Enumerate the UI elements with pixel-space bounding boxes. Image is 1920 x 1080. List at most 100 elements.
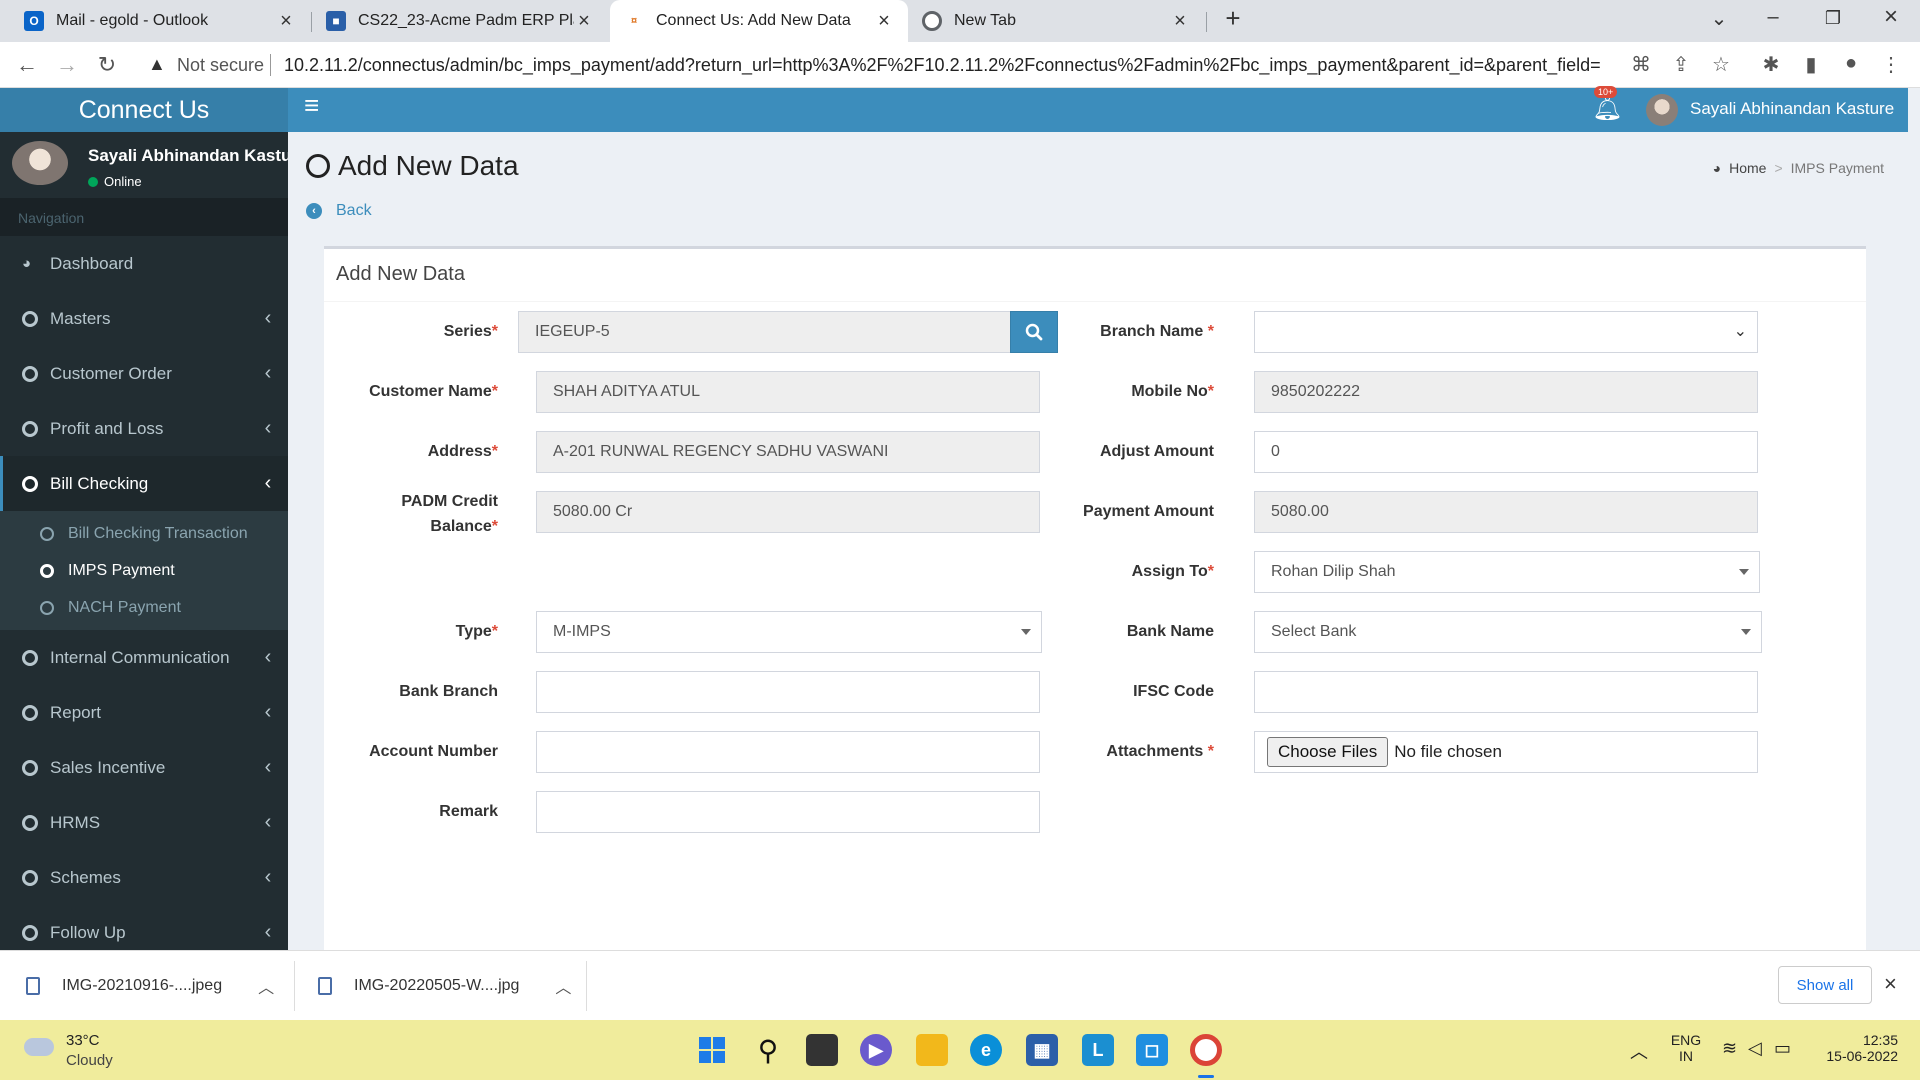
bank-branch-label: Bank Branch	[399, 683, 498, 700]
required-asterisk: *	[1207, 743, 1214, 760]
restore-icon[interactable]: ❐	[1818, 8, 1848, 29]
sidebar-item-schemes[interactable]: Schemes ‹	[0, 850, 288, 905]
profile-icon[interactable]: ●	[1838, 52, 1864, 75]
forward-arrow-icon[interactable]: →	[52, 52, 82, 78]
sidebar-item-sales-incentive[interactable]: Sales Incentive ‹	[0, 740, 288, 795]
tab-search-chevron-icon[interactable]: ⌄	[1704, 6, 1734, 31]
translate-icon[interactable]: ⌘	[1628, 52, 1654, 77]
sidebar-item-dashboard[interactable]: ◕ Dashboard	[0, 236, 288, 291]
menu-kebab-icon[interactable]: ⋮	[1878, 52, 1904, 77]
app-square-icon[interactable]: ◻	[1136, 1034, 1168, 1066]
close-icon[interactable]: ×	[1884, 971, 1897, 997]
customer-name-input[interactable]: SHAH ADITYA ATUL	[536, 371, 1040, 413]
branch-name-select[interactable]: ⌄	[1254, 311, 1758, 353]
teams-chat-icon[interactable]: ▶	[860, 1034, 892, 1066]
label-text: Address	[427, 443, 492, 460]
new-tab-plus-icon[interactable]: +	[1218, 3, 1248, 34]
close-icon[interactable]: ×	[574, 10, 594, 33]
window-close-icon[interactable]: ×	[1876, 3, 1906, 31]
back-link[interactable]: ‹ Back	[306, 202, 372, 220]
show-all-button[interactable]: Show all	[1778, 966, 1872, 1004]
sidebar-user-name: Sayali Abhinandan Kasture	[88, 146, 288, 165]
chevron-up-icon[interactable]: ︿	[1630, 1038, 1648, 1064]
padm-credit-balance-input[interactable]: 5080.00 Cr	[536, 491, 1040, 533]
account-number-input[interactable]	[536, 731, 1040, 773]
circle-icon	[40, 600, 54, 615]
url-input[interactable]: 10.2.11.2/connectus/admin/bc_imps_paymen…	[284, 55, 1601, 76]
share-icon[interactable]: ⇪	[1668, 52, 1694, 77]
header-user-name[interactable]: Sayali Abhinandan Kasture	[1690, 99, 1894, 119]
store-icon[interactable]: ▦	[1026, 1034, 1058, 1066]
remark-input[interactable]	[536, 791, 1040, 833]
download-item[interactable]: IMG-20220505-W....jpg ︿	[318, 951, 571, 1021]
circle-icon	[40, 526, 54, 541]
task-view-icon[interactable]	[806, 1034, 838, 1066]
back-arrow-icon[interactable]: ←	[12, 52, 42, 78]
choose-files-button[interactable]: Choose Files	[1267, 737, 1389, 767]
address-input[interactable]: A-201 RUNWAL REGENCY SADHU VASWANI	[536, 431, 1040, 473]
bell-icon[interactable]: 🔔︎	[1592, 94, 1622, 123]
sidebar-item-bill-checking[interactable]: Bill Checking ‹	[0, 456, 288, 511]
close-icon[interactable]: ×	[276, 10, 296, 33]
breadcrumb-home[interactable]: Home	[1729, 160, 1766, 176]
volume-icon[interactable]: ◁	[1748, 1038, 1762, 1059]
tab-label: Mail - egold - Outlook	[56, 12, 209, 29]
hamburger-menu-icon[interactable]: ≡	[304, 90, 319, 121]
close-icon[interactable]: ×	[1170, 10, 1190, 33]
not-secure-label[interactable]: Not secure	[177, 55, 264, 76]
app-l-icon[interactable]: L	[1082, 1034, 1114, 1066]
minimize-icon[interactable]: –	[1758, 6, 1788, 29]
tab-outlook[interactable]: O Mail - egold - Outlook ×	[10, 0, 310, 42]
clock[interactable]: 12:35 15-06-2022	[1818, 1032, 1898, 1064]
assign-to-select[interactable]: Rohan Dilip Shah	[1254, 551, 1760, 593]
online-status: Online	[88, 174, 142, 189]
wifi-icon[interactable]: ≋	[1722, 1038, 1737, 1059]
sidebar-subitem-bill-checking-transaction[interactable]: Bill Checking Transaction	[0, 515, 288, 552]
sidebar-item-report[interactable]: Report ‹	[0, 685, 288, 740]
branch-name-label: Branch Name *	[1084, 319, 1214, 344]
reload-icon[interactable]: ↻	[92, 52, 122, 78]
search-icon[interactable]: ⚲	[752, 1034, 784, 1066]
edge-icon[interactable]: e	[970, 1034, 1002, 1066]
chevron-up-icon[interactable]: ︿	[258, 974, 274, 998]
file-explorer-icon[interactable]	[916, 1034, 948, 1066]
close-icon[interactable]: ×	[874, 10, 894, 33]
warning-icon[interactable]: ▲	[148, 54, 166, 75]
bank-branch-input[interactable]	[536, 671, 1040, 713]
tab-connectus[interactable]: ¤ Connect Us: Add New Data ×	[610, 0, 908, 42]
avatar[interactable]	[1646, 94, 1678, 126]
sidebar-subitem-nach-payment[interactable]: NACH Payment	[0, 589, 288, 626]
bookmark-star-icon[interactable]: ☆	[1708, 52, 1734, 77]
sidebar-item-internal-communication[interactable]: Internal Communication ‹	[0, 630, 288, 685]
tab-new[interactable]: New Tab ×	[908, 0, 1204, 42]
bank-name-select[interactable]: Select Bank	[1254, 611, 1762, 653]
sidepanel-icon[interactable]: ▮	[1798, 52, 1824, 77]
mobile-no-input[interactable]: 9850202222	[1254, 371, 1758, 413]
payment-amount-input[interactable]: 5080.00	[1254, 491, 1758, 533]
language-indicator[interactable]: ENG IN	[1668, 1032, 1704, 1064]
chevron-up-icon[interactable]: ︿	[555, 974, 571, 998]
series-search-button[interactable]	[1010, 311, 1058, 353]
sidebar-item-profit-and-loss[interactable]: Profit and Loss ‹	[0, 401, 288, 456]
bank-name-value: Select Bank	[1271, 623, 1357, 640]
extensions-puzzle-icon[interactable]: ✱	[1758, 52, 1784, 77]
sidebar-item-label: NACH Payment	[68, 598, 181, 616]
adjust-amount-input[interactable]: 0	[1254, 431, 1758, 473]
windows-start-icon[interactable]	[696, 1034, 728, 1066]
sidebar-subitem-imps-payment[interactable]: IMPS Payment	[0, 552, 288, 589]
series-input[interactable]: IEGEUP-5	[518, 311, 1012, 353]
attachments-file-input[interactable]: Choose Files No file chosen	[1254, 731, 1758, 773]
tab-erp[interactable]: ■ CS22_23-Acme Padm ERP Platfor ×	[312, 0, 608, 42]
sidebar-item-hrms[interactable]: HRMS ‹	[0, 795, 288, 850]
weather-description[interactable]: Cloudy	[66, 1052, 113, 1069]
type-select[interactable]: M-IMPS	[536, 611, 1042, 653]
chrome-icon[interactable]	[1190, 1034, 1222, 1066]
weather-temperature[interactable]: 33°C	[66, 1032, 100, 1049]
battery-icon[interactable]: ▭	[1774, 1038, 1791, 1059]
brand-logo[interactable]: Connect Us	[0, 88, 288, 132]
sidebar-item-follow-up[interactable]: Follow Up ‹	[0, 905, 288, 950]
sidebar-item-customer-order[interactable]: Customer Order ‹	[0, 346, 288, 401]
sidebar-item-masters[interactable]: Masters ‹	[0, 291, 288, 346]
download-item[interactable]: IMG-20210916-....jpeg ︿	[26, 951, 274, 1021]
ifsc-code-input[interactable]	[1254, 671, 1758, 713]
